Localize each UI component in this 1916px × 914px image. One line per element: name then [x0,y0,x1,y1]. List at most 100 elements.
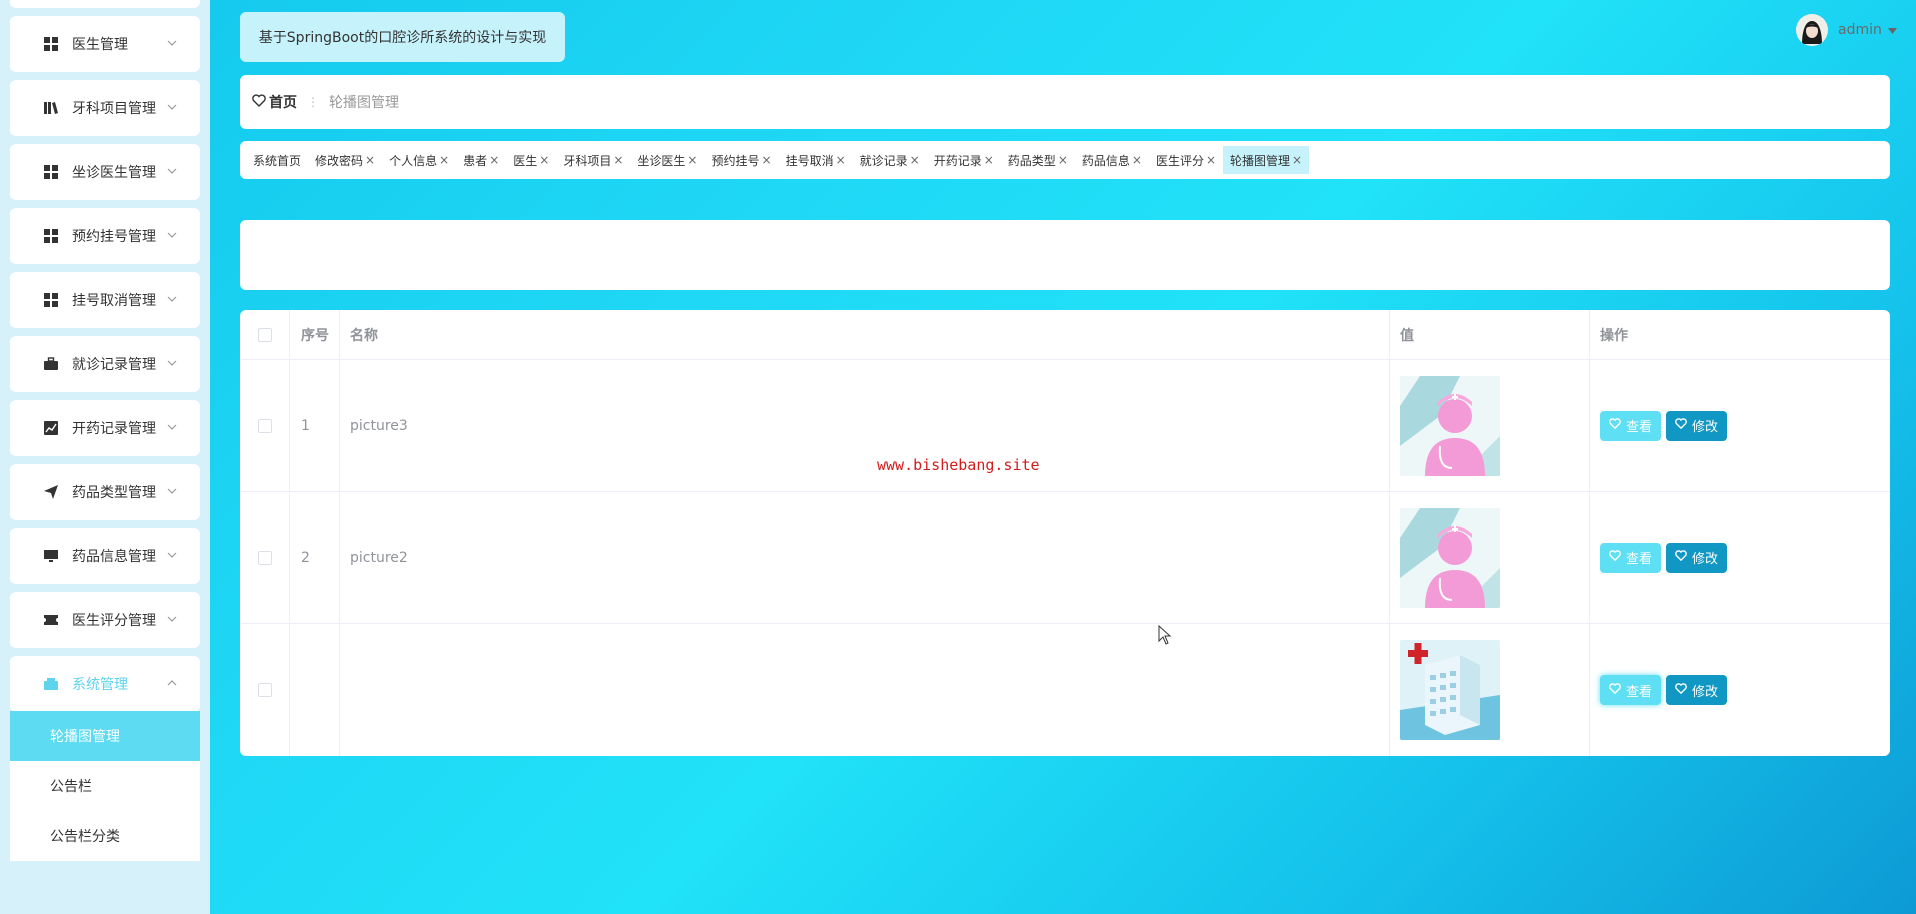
chevron-down-icon [166,549,178,561]
tab-item[interactable]: 医生评分 × [1149,146,1223,174]
close-icon[interactable]: × [836,153,846,167]
box-icon [42,675,60,693]
tab-label: 个人信息 [389,153,438,168]
sidebar-item-label: 就诊记录管理 [72,357,156,373]
close-icon[interactable]: × [1058,153,1068,167]
row-checkbox[interactable] [257,550,272,565]
tab-item[interactable]: 个人信息 × [382,146,456,174]
row-checkbox-cell [240,360,290,491]
sidebar-item-doctor[interactable]: 医生管理 [10,16,200,72]
sidebar-item-label: 药品类型管理 [72,485,156,501]
row-ops: 查看 修改 [1590,360,1890,491]
sidebar-item-appointment[interactable]: 预约挂号管理 [10,208,200,264]
sidebar-item-visit-record[interactable]: 就诊记录管理 [10,336,200,392]
tab-item[interactable]: 开药记录 × [927,146,1001,174]
chevron-down-icon [166,165,178,177]
tab-item[interactable]: 预约挂号 × [704,146,778,174]
submenu-item-notice-category[interactable]: 公告栏分类 [10,811,200,861]
ticket-icon [42,611,60,629]
tab-item[interactable]: 系统首页 [246,146,308,174]
chevron-down-icon [166,485,178,497]
tab-label: 医生 [513,153,538,168]
sidebar-item-drug-type[interactable]: 药品类型管理 [10,464,200,520]
tab-label: 预约挂号 [711,153,760,168]
grid-icon [42,291,60,309]
tab-label: 修改密码 [315,153,364,168]
chevron-down-icon [166,357,178,369]
submenu-item-carousel[interactable]: 轮播图管理 [10,711,200,761]
sidebar-item-doctor-rating[interactable]: 医生评分管理 [10,592,200,648]
heart-icon [1675,550,1692,565]
close-icon[interactable]: × [910,153,920,167]
close-icon[interactable]: × [1132,153,1142,167]
tab-item[interactable]: 挂号取消 × [779,146,853,174]
close-icon[interactable]: × [539,153,549,167]
chevron-down-icon [166,613,178,625]
sidebar-item-cancellation[interactable]: 挂号取消管理 [10,272,200,328]
send-icon [42,483,60,501]
heart-icon [252,93,269,111]
briefcase-icon [42,355,60,373]
sidebar-top-item-stub[interactable] [10,0,200,8]
view-button[interactable]: 查看 [1600,542,1662,573]
close-icon[interactable]: × [365,153,375,167]
tab-item[interactable]: 患者 × [456,146,506,174]
edit-button[interactable]: 修改 [1666,410,1728,441]
search-panel [240,220,1890,290]
close-icon[interactable]: × [489,153,499,167]
table-row: 2 picture2 查看 修改 [240,492,1890,624]
close-icon[interactable]: × [1206,153,1216,167]
header-ops: 操作 [1600,327,1628,344]
submenu-item-notice[interactable]: 公告栏 [10,761,200,811]
select-all-checkbox[interactable] [257,327,272,342]
tab-item[interactable]: 坐诊医生 × [630,146,704,174]
close-icon[interactable]: × [439,153,449,167]
user-menu[interactable]: admin [1796,14,1897,46]
close-icon[interactable]: × [762,153,772,167]
tab-label: 开药记录 [933,153,982,168]
header-value: 值 [1390,310,1590,359]
chevron-down-icon [166,421,178,433]
tab-item[interactable]: 轮播图管理 × [1223,146,1310,174]
sidebar-item-prescription[interactable]: 开药记录管理 [10,400,200,456]
mouse-cursor-icon [1158,624,1172,649]
close-icon[interactable]: × [984,153,994,167]
table-header-row: 序号 名称 值 操作 [240,310,1890,360]
tab-item[interactable]: 医生 × [506,146,556,174]
sidebar-item-dental-project[interactable]: 牙科项目管理 [10,80,200,136]
tab-item[interactable]: 药品类型 × [1001,146,1075,174]
close-icon[interactable]: × [687,153,697,167]
chart-icon [42,419,60,437]
hospital-building-thumbnail[interactable] [1400,640,1500,740]
tab-label: 医生评分 [1155,153,1204,168]
doctor-avatar-thumbnail[interactable] [1400,375,1500,476]
sidebar-item-system[interactable]: 系统管理 [10,656,200,712]
edit-button[interactable]: 修改 [1666,542,1728,573]
caret-down-icon [1887,22,1897,38]
sidebar-item-onduty-doctor[interactable]: 坐诊医生管理 [10,144,200,200]
close-icon[interactable]: × [1292,153,1302,167]
view-button[interactable]: 查看 [1600,675,1662,705]
tab-item[interactable]: 药品信息 × [1075,146,1149,174]
tab-label: 患者 [463,153,488,168]
edit-button[interactable]: 修改 [1666,675,1728,705]
breadcrumb-home[interactable]: 首页 [252,92,297,112]
view-button[interactable]: 查看 [1600,410,1662,441]
sidebar-item-label: 挂号取消管理 [72,293,156,309]
row-ops: 查看 修改 [1590,624,1890,756]
tab-item[interactable]: 就诊记录 × [853,146,927,174]
doctor-avatar-thumbnail[interactable] [1400,507,1500,608]
app-title: 基于SpringBoot的口腔诊所系统的设计与实现 [240,12,565,62]
monitor-icon [42,547,60,565]
tab-item[interactable]: 牙科项目 × [556,146,630,174]
view-button-label: 查看 [1626,684,1653,700]
chevron-down-icon [166,229,178,241]
row-checkbox[interactable] [257,418,272,433]
sidebar-item-drug-info[interactable]: 药品信息管理 [10,528,200,584]
heart-icon [1675,682,1692,698]
tab-item[interactable]: 修改密码 × [308,146,382,174]
row-checkbox[interactable] [257,683,272,697]
row-value-cell [1390,624,1590,756]
close-icon[interactable]: × [613,153,623,167]
table-row: 查看 修改 [240,624,1890,756]
